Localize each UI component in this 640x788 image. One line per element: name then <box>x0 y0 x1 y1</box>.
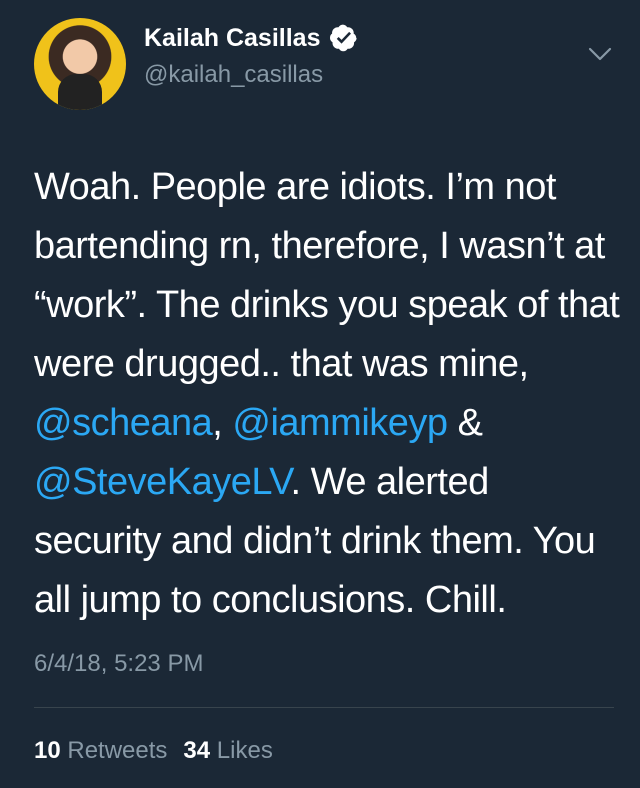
tweet-text-segment: & <box>447 402 483 444</box>
verified-badge-icon <box>330 24 358 52</box>
likes-stat[interactable]: 34 Likes <box>183 737 272 764</box>
divider <box>34 707 614 708</box>
avatar[interactable] <box>34 18 126 110</box>
chevron-down-icon[interactable] <box>586 44 614 64</box>
mention-link-stevekayelv[interactable]: @SteveKayeLV <box>34 461 291 503</box>
tweet-timestamp[interactable]: 6/4/18, 5:23 PM <box>34 648 203 680</box>
mention-link-iammikeyp[interactable]: @iammikeyp <box>232 402 448 444</box>
tweet-text-segment: , <box>212 402 233 444</box>
retweets-stat[interactable]: 10 Retweets <box>34 737 167 764</box>
retweets-count: 10 <box>34 737 61 764</box>
tweet-text-segment: Woah. People are idiots. I’m not bartend… <box>34 166 620 385</box>
name-row: Kailah Casillas <box>144 18 358 58</box>
tweet-stats: 10 Retweets 34 Likes <box>34 735 273 767</box>
likes-count: 34 <box>183 737 211 764</box>
user-handle[interactable]: @kailah_casillas <box>144 60 323 90</box>
tweet-text: Woah. People are idiots. I’m not bartend… <box>34 158 620 630</box>
tweet-header: Kailah Casillas @kailah_casillas <box>34 18 614 110</box>
display-name[interactable]: Kailah Casillas <box>144 18 320 58</box>
mention-link-scheana[interactable]: @scheana <box>34 402 213 444</box>
likes-label: Likes <box>216 737 273 764</box>
retweets-label: Retweets <box>67 737 168 764</box>
